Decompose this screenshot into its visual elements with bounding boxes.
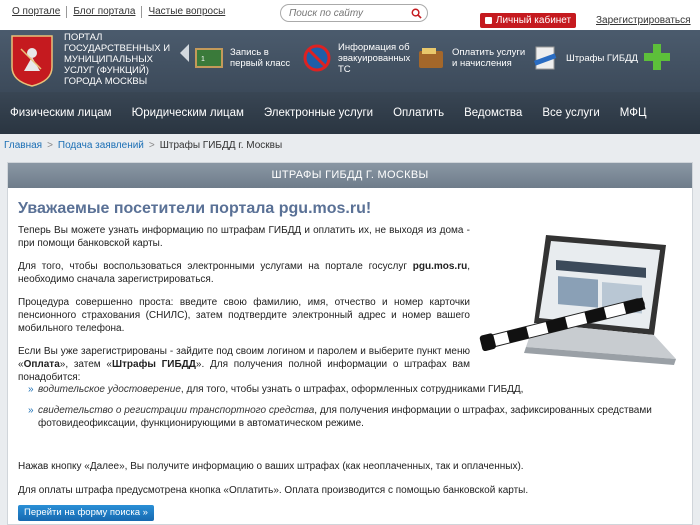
page-title: Уважаемые посетители портала pgu.mos.ru!	[18, 200, 372, 217]
list-item: свидетельство о регистрации транспортног…	[18, 404, 688, 430]
laptop-with-police-baton-image	[476, 227, 686, 377]
top-utility-bar: О портале Блог портала Частые вопросы Ли…	[0, 0, 700, 30]
paragraph: Для того, чтобы воспользоваться электрон…	[18, 260, 470, 286]
page-header: ШТРАФЫ ГИБДД Г. МОСКВЫ	[8, 163, 692, 188]
portal-title: Портал государственных и муниципальных у…	[64, 32, 171, 87]
document-name: водительское удостоверение	[38, 384, 181, 395]
service-pay[interactable]: Оплатить услуги и начисления	[416, 36, 528, 80]
school-board-icon: 1	[195, 48, 223, 68]
main-navigation: Физическим лицам Юридическим лицам Элект…	[0, 92, 700, 134]
menu-item-name: Штрафы ГИБДД	[111, 359, 196, 370]
content-card: ШТРАФЫ ГИБДД Г. МОСКВЫ Уважаемые посетит…	[7, 162, 693, 525]
nav-agencies[interactable]: Ведомства	[454, 92, 532, 134]
personal-cabinet-button[interactable]: Личный кабинет	[480, 13, 576, 28]
personal-cabinet-label: Личный кабинет	[495, 15, 572, 26]
menu-item-name: Оплата	[23, 359, 60, 370]
wallet-icon	[419, 48, 443, 68]
service-label: Запись в первый класс	[230, 47, 291, 69]
paragraph: Для оплаты штрафа предусмотрена кнопка «…	[18, 485, 529, 496]
carousel-prev-arrow-icon[interactable]	[180, 44, 189, 62]
paragraph: Теперь Вы можете узнать информацию по шт…	[18, 225, 470, 249]
nav-mfc[interactable]: МФЦ	[610, 92, 657, 134]
search-input[interactable]	[289, 5, 409, 21]
fine-document-icon	[533, 46, 557, 70]
medical-cross-icon[interactable]	[642, 42, 672, 72]
breadcrumb-current: Штрафы ГИБДД г. Москвы	[159, 140, 283, 151]
register-link[interactable]: Зарегистрироваться	[596, 15, 691, 26]
service-label: Штрафы ГИБДД	[566, 52, 638, 64]
nav-legal-entities[interactable]: Юридическим лицам	[122, 92, 254, 134]
site-domain: pgu.mos.ru	[412, 261, 468, 272]
text: Для того, чтобы воспользоваться электрон…	[18, 261, 413, 272]
outro-text: Нажав кнопку «Далее», Вы получите информ…	[18, 460, 688, 508]
nav-individuals[interactable]: Физическим лицам	[0, 92, 122, 134]
portal-header: Портал государственных и муниципальных у…	[0, 30, 700, 92]
search-icon[interactable]	[411, 8, 422, 19]
breadcrumb-applications[interactable]: Подача заявлений	[58, 140, 144, 151]
svg-text:1: 1	[201, 56, 205, 63]
nav-e-services[interactable]: Электронные услуги	[254, 92, 383, 134]
requirements-list: водительское удостоверение, для того, чт…	[18, 383, 688, 438]
lock-icon	[484, 17, 492, 24]
paragraph: Если Вы уже зарегистрированы - зайдите п…	[18, 345, 470, 384]
nav-all-services[interactable]: Все услуги	[532, 92, 609, 134]
site-search	[280, 4, 428, 22]
no-parking-sign-icon	[303, 44, 331, 72]
link-about[interactable]: О портале	[6, 6, 68, 18]
service-traffic-fines[interactable]: Штрафы ГИБДД	[530, 36, 640, 80]
link-blog[interactable]: Блог портала	[67, 6, 143, 18]
paragraph: Нажав кнопку «Далее», Вы получите информ…	[18, 461, 524, 472]
nav-pay[interactable]: Оплатить	[383, 92, 454, 134]
link-faq[interactable]: Частые вопросы	[142, 6, 231, 18]
intro-text: Теперь Вы можете узнать информацию по шт…	[18, 224, 470, 394]
list-item: водительское удостоверение, для того, чт…	[18, 383, 688, 396]
service-evacuated-vehicles[interactable]: Информация об эвакуированных ТС	[302, 36, 414, 80]
go-to-search-form-button[interactable]: Перейти на форму поиска »	[18, 505, 154, 521]
service-label: Информация об эвакуированных ТС	[338, 41, 411, 75]
service-label: Оплатить услуги и начисления	[452, 47, 526, 69]
text: , для того, чтобы узнать о штрафах, офор…	[180, 384, 524, 395]
moscow-emblem-icon[interactable]	[9, 33, 55, 87]
breadcrumb-separator: >	[47, 140, 53, 151]
service-first-grade[interactable]: 1 Запись в первый класс	[194, 36, 304, 80]
breadcrumb-home[interactable]: Главная	[4, 140, 42, 151]
top-links: О портале Блог портала Частые вопросы	[6, 6, 231, 18]
text: », затем «	[59, 359, 112, 370]
breadcrumb: Главная > Подача заявлений > Штрафы ГИБДД г.…	[4, 140, 282, 151]
paragraph: Процедура совершенно проста: введите сво…	[18, 297, 470, 334]
breadcrumb-separator: >	[148, 140, 155, 151]
document-name: свидетельство о регистрации транспортног…	[38, 405, 315, 416]
